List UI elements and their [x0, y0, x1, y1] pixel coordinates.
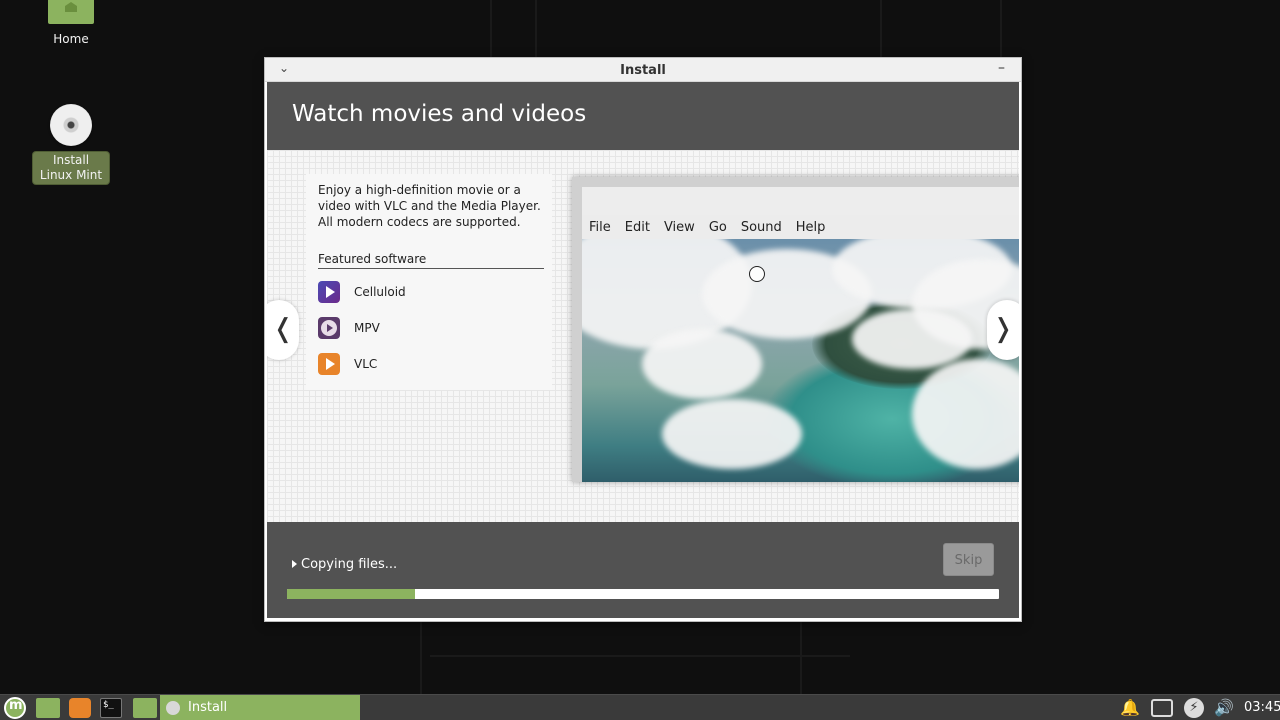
- preview-menu-go: Go: [708, 219, 727, 235]
- busy-cursor-icon: [749, 266, 765, 282]
- progress-bar-fill: [287, 589, 416, 599]
- slide-header: Watch movies and videos: [267, 82, 1019, 150]
- taskbar: $_ Install 🔔 ⚡ 🔊 03:45: [0, 694, 1280, 720]
- next-slide-button[interactable]: ❭: [987, 300, 1019, 360]
- disc-icon: [50, 104, 92, 146]
- network-icon[interactable]: [1151, 699, 1173, 717]
- software-item-vlc: VLC: [318, 346, 406, 382]
- software-item-mpv: MPV: [318, 310, 406, 346]
- notifications-bell-icon[interactable]: 🔔: [1120, 698, 1140, 718]
- slide-description: Enjoy a high-definition movie or a video…: [318, 183, 541, 229]
- terminal-icon[interactable]: $_: [100, 698, 122, 718]
- mpv-icon: [318, 317, 340, 339]
- minimize-button[interactable]: –: [998, 60, 1005, 76]
- progress-section: Copying files... Skip: [267, 522, 1019, 618]
- installer-icon: [166, 701, 180, 715]
- software-item-celluloid: Celluloid: [318, 274, 406, 310]
- status-text: Copying files...: [301, 557, 398, 572]
- files-folder-icon[interactable]: [133, 698, 157, 718]
- info-card: Enjoy a high-definition movie or a video…: [306, 174, 552, 390]
- featured-software-list: Celluloid MPV VLC: [318, 274, 406, 382]
- desktop-icon-label: Install Linux Mint: [33, 152, 109, 184]
- media-player-screenshot: File Edit View Go Sound Help: [572, 177, 1019, 482]
- software-name: MPV: [354, 321, 380, 335]
- preview-menu-help: Help: [795, 219, 826, 235]
- desktop-icon-install-linux-mint[interactable]: Install Linux Mint: [33, 104, 109, 184]
- slide-heading: Watch movies and videos: [292, 101, 587, 127]
- menu-mint-icon[interactable]: [4, 697, 26, 719]
- featured-software-heading: Featured software: [318, 252, 544, 269]
- power-icon[interactable]: ⚡: [1184, 698, 1204, 718]
- celluloid-icon: [318, 281, 340, 303]
- preview-titlebar: [582, 187, 1019, 215]
- skip-button[interactable]: Skip: [943, 543, 994, 576]
- clock[interactable]: 03:45: [1244, 695, 1280, 720]
- preview-menu-file: File: [589, 219, 611, 235]
- window-titlebar[interactable]: ⌄ Install –: [265, 58, 1021, 82]
- desktop-icon-label: Home: [53, 32, 89, 46]
- desktop-icon-home[interactable]: Home: [33, 0, 109, 47]
- window-title: Install: [620, 63, 666, 78]
- firefox-icon[interactable]: [69, 698, 91, 718]
- previous-slide-button[interactable]: ❬: [267, 300, 299, 360]
- slideshow-panel: Enjoy a high-definition movie or a video…: [267, 150, 1019, 522]
- show-desktop-icon[interactable]: [36, 698, 60, 718]
- vlc-icon: [318, 353, 340, 375]
- preview-menu-edit: Edit: [624, 219, 650, 235]
- preview-menu-view: View: [663, 219, 695, 235]
- preview-menu-sound: Sound: [740, 219, 782, 235]
- volume-icon[interactable]: 🔊: [1214, 698, 1234, 718]
- taskbar-window-install[interactable]: Install: [160, 695, 360, 720]
- progress-bar: [287, 589, 999, 599]
- video-frame-aerial-clouds: [582, 239, 1019, 482]
- home-folder-icon: [48, 0, 94, 24]
- taskbar-window-label: Install: [188, 700, 228, 715]
- installer-window: ⌄ Install – Watch movies and videos Enjo…: [264, 57, 1022, 622]
- status-expander[interactable]: Copying files...: [292, 557, 397, 572]
- preview-menubar: File Edit View Go Sound Help: [582, 215, 1019, 239]
- expander-triangle-icon: [292, 560, 297, 568]
- software-name: VLC: [354, 357, 378, 371]
- software-name: Celluloid: [354, 285, 406, 299]
